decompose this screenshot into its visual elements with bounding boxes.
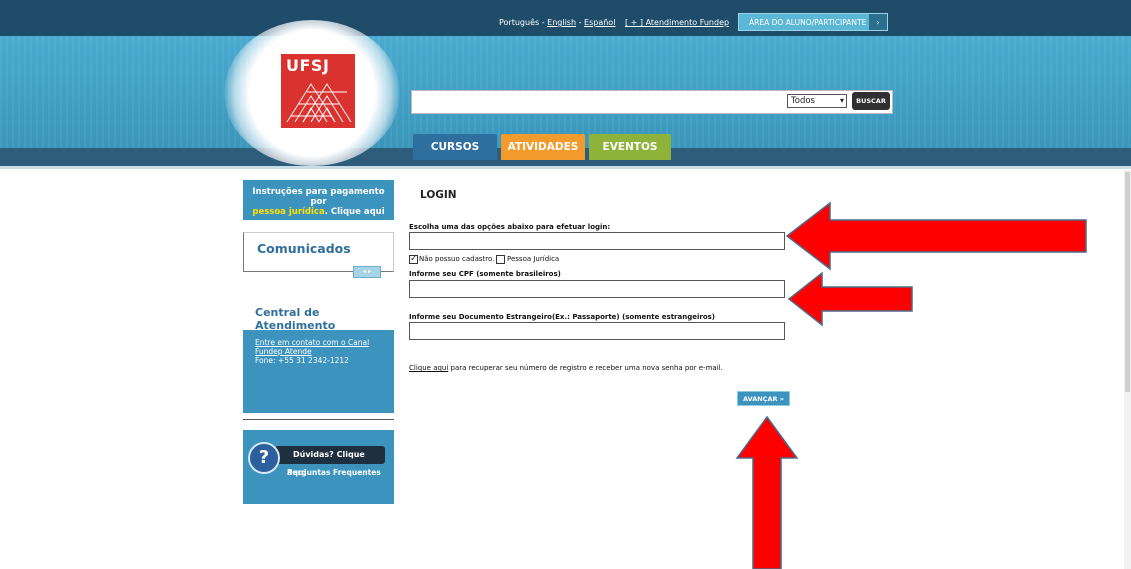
banner-line-2: pessoa jurídica. Clique aqui bbox=[243, 207, 394, 217]
search-button[interactable]: BUSCAR bbox=[852, 92, 890, 110]
central-contact-link[interactable]: Entre em contato com o Canal bbox=[255, 338, 394, 347]
lang-portuguese[interactable]: Português bbox=[499, 18, 539, 27]
tab-atividades[interactable]: ATIVIDADES bbox=[501, 134, 585, 160]
search-scope-select[interactable]: Todos ▾ bbox=[787, 94, 847, 108]
annotation-arrow-up bbox=[735, 415, 799, 569]
chevron-right-icon: › bbox=[869, 14, 887, 30]
atendimento-link-text[interactable]: [ + ] Atendimento Fundep bbox=[625, 18, 729, 27]
comunicados-pager[interactable]: ◂ ▸ bbox=[353, 266, 381, 278]
page-scrollbar-thumb[interactable] bbox=[1125, 172, 1130, 392]
login-options-label: Escolha uma das opções abaixo para efetu… bbox=[409, 223, 611, 231]
chevron-down-icon: ▾ bbox=[839, 96, 844, 105]
central-atendimento-panel: Central de Atendimento Entre em contato … bbox=[243, 294, 394, 420]
logo-mountains-icon bbox=[286, 83, 352, 123]
central-body: Entre em contato com o Canal Fundep Aten… bbox=[243, 330, 394, 413]
lang-separator: - bbox=[539, 18, 548, 27]
next-button[interactable]: AVANÇAR » bbox=[737, 391, 790, 406]
search-scope-value: Todos bbox=[791, 96, 815, 106]
check-icon: ✓ bbox=[410, 254, 418, 264]
lang-spanish[interactable]: Español bbox=[584, 18, 615, 27]
no-account-checkbox[interactable]: ✓ bbox=[409, 255, 418, 264]
header-divider bbox=[0, 166, 1131, 169]
faq-banner[interactable]: Dúvidas? Clique aqui ? Perguntas Frequen… bbox=[243, 430, 394, 504]
page-title: LOGIN bbox=[420, 189, 457, 201]
faq-button[interactable]: Dúvidas? Clique aqui bbox=[275, 446, 385, 477]
cpf-field[interactable] bbox=[409, 280, 785, 298]
question-icon: ? bbox=[248, 442, 280, 474]
student-area-label: ÁREA DO ALUNO/PARTICIPANTE bbox=[749, 18, 867, 27]
tab-eventos[interactable]: EVENTOS bbox=[589, 134, 671, 160]
lang-separator: - bbox=[576, 18, 585, 27]
central-contact-link-2[interactable]: Fundep Atende bbox=[255, 347, 394, 356]
student-area-button[interactable]: ÁREA DO ALUNO/PARTICIPANTE › bbox=[738, 13, 888, 31]
recover-password-text: Clique aqui para recuperar seu número de… bbox=[409, 364, 723, 372]
cpf-label: Informe seu CPF (somente brasileiros) bbox=[409, 270, 561, 278]
comunicados-panel: Comunicados ◂ ▸ bbox=[243, 232, 394, 278]
recover-password-description: para recuperar seu número de registro e … bbox=[448, 364, 723, 372]
legal-entity-checkbox[interactable] bbox=[496, 255, 505, 264]
central-phone: Fone: +55 31 2342-1212 bbox=[255, 356, 349, 365]
tab-cursos[interactable]: CURSOS bbox=[413, 134, 497, 160]
comunicados-title: Comunicados bbox=[257, 241, 351, 256]
foreign-document-field[interactable] bbox=[409, 322, 785, 340]
banner-line-1: Instruções para pagamento por bbox=[252, 187, 385, 207]
ufsj-logo[interactable]: UFSJ bbox=[281, 54, 355, 128]
language-switcher: Português - English - Español bbox=[499, 18, 615, 27]
atendimento-link[interactable]: [ + ] Atendimento Fundep bbox=[625, 18, 729, 27]
annotation-arrow-left-1 bbox=[785, 201, 1087, 271]
recover-password-link[interactable]: Clique aqui bbox=[409, 364, 448, 372]
annotation-arrow-left-2 bbox=[787, 271, 913, 327]
no-account-label: Não possuo cadastro. bbox=[419, 255, 495, 263]
legal-entity-payment-banner[interactable]: Instruções para pagamento por pessoa jur… bbox=[243, 180, 394, 220]
faq-subtitle: Perguntas Frequentes bbox=[287, 468, 381, 477]
foreign-document-label: Informe seu Documento Estrangeiro(Ex.: P… bbox=[409, 313, 716, 321]
login-id-field[interactable] bbox=[409, 232, 785, 250]
banner-highlight: pessoa jurídica bbox=[252, 207, 325, 217]
legal-entity-label: Pessoa Jurídica bbox=[507, 255, 560, 263]
central-title: Central de Atendimento bbox=[255, 306, 336, 332]
lang-english[interactable]: English bbox=[547, 18, 576, 27]
banner-link-text: . Clique aqui bbox=[324, 207, 385, 217]
